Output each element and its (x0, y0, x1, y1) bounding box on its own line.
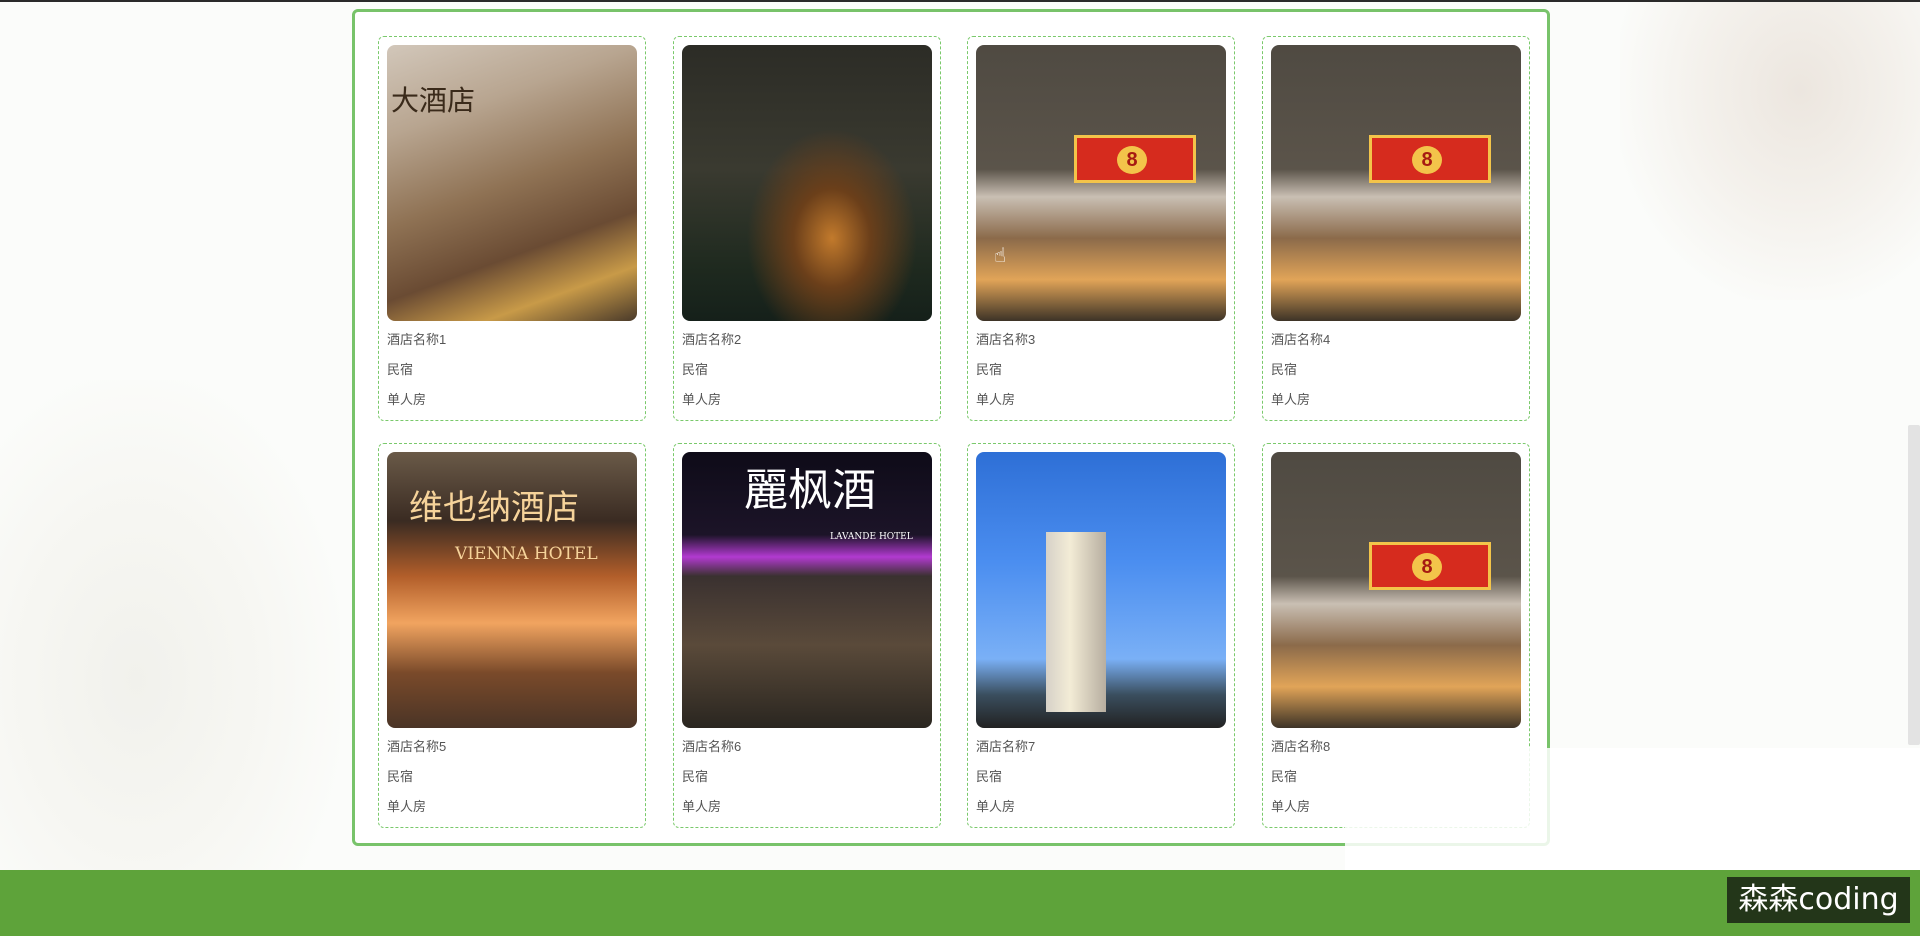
room-type: 单人房 (1271, 799, 1311, 814)
hotel-photo[interactable]: 8 (1271, 452, 1521, 728)
hotel-sign: 8 (1369, 135, 1491, 183)
hotel-photo[interactable]: 大酒店 (387, 45, 637, 321)
hotel-type: 民宿 (976, 362, 1003, 377)
logo-8-icon: 8 (1412, 553, 1442, 581)
room-type: 单人房 (682, 799, 722, 814)
hand-cursor-icon: ☝ (994, 245, 1007, 267)
logo-8-icon: 8 (1117, 146, 1147, 174)
hotel-card[interactable]: 酒店名称7 民宿 单人房 (967, 443, 1235, 828)
hotel-sign-subtext: VIENNA HOTEL (455, 544, 598, 564)
hotel-name[interactable]: 酒店名称4 (1271, 329, 1330, 348)
top-border (0, 0, 1920, 2)
room-type: 单人房 (387, 799, 427, 814)
hotel-card[interactable]: 酒店名称2 民宿 单人房 (673, 36, 941, 421)
hotel-card[interactable]: 大酒店 酒店名称1 民宿 单人房 (378, 36, 646, 421)
page-scrollbar[interactable] (1908, 425, 1920, 745)
hotel-type: 民宿 (1271, 362, 1298, 377)
hotel-photo[interactable]: 8 (1271, 45, 1521, 321)
room-type: 单人房 (976, 392, 1016, 407)
hotel-name[interactable]: 酒店名称8 (1271, 736, 1330, 755)
hotel-name[interactable]: 酒店名称5 (387, 736, 446, 755)
hotel-sign-subtext: LAVANDE HOTEL (830, 532, 913, 542)
hotel-sign: 8 (1074, 135, 1196, 183)
overlay-panel (1345, 748, 1920, 870)
room-type: 单人房 (976, 799, 1016, 814)
hotel-card[interactable]: 麗枫酒 LAVANDE HOTEL 酒店名称6 民宿 单人房 (673, 443, 941, 828)
hotel-name[interactable]: 酒店名称2 (682, 329, 741, 348)
background-decoration-left (0, 380, 340, 880)
hotel-name[interactable]: 酒店名称3 (976, 329, 1035, 348)
hotel-type: 民宿 (682, 362, 709, 377)
hotel-card[interactable]: 8 酒店名称3 民宿 单人房 (967, 36, 1235, 421)
footer (0, 870, 1920, 936)
hotel-sign: 8 (1369, 542, 1491, 590)
hotel-name[interactable]: 酒店名称1 (387, 329, 446, 348)
hotel-type: 民宿 (387, 769, 414, 784)
hotel-photo[interactable] (682, 45, 932, 321)
hotel-sign-text: 大酒店 (391, 84, 476, 117)
hotel-sign-text: 麗枫酒 (744, 465, 876, 516)
background-decoration-right (1620, 0, 1920, 300)
hotel-photo[interactable]: 麗枫酒 LAVANDE HOTEL (682, 452, 932, 728)
hotel-card[interactable]: 维也纳酒店 VIENNA HOTEL 酒店名称5 民宿 单人房 (378, 443, 646, 828)
hotel-photo[interactable]: 8 (976, 45, 1226, 321)
hotel-name[interactable]: 酒店名称7 (976, 736, 1035, 755)
room-type: 单人房 (682, 392, 722, 407)
hotel-type: 民宿 (387, 362, 414, 377)
hotel-photo[interactable]: 维也纳酒店 VIENNA HOTEL (387, 452, 637, 728)
hotel-tower (1046, 532, 1106, 712)
room-type: 单人房 (1271, 392, 1311, 407)
hotel-photo[interactable] (976, 452, 1226, 728)
room-type: 单人房 (387, 392, 427, 407)
watermark: 森森coding (1727, 877, 1910, 923)
hotel-sign-text: 维也纳酒店 (409, 488, 579, 528)
hotel-name[interactable]: 酒店名称6 (682, 736, 741, 755)
hotel-type: 民宿 (682, 769, 709, 784)
hotel-list-panel: 大酒店 酒店名称1 民宿 单人房 酒店名称2 民宿 单人房 8 酒店名称3 民宿… (352, 9, 1550, 846)
logo-8-icon: 8 (1412, 146, 1442, 174)
hotel-type: 民宿 (1271, 769, 1298, 784)
hotel-type: 民宿 (976, 769, 1003, 784)
hotel-card[interactable]: 8 酒店名称4 民宿 单人房 (1262, 36, 1530, 421)
